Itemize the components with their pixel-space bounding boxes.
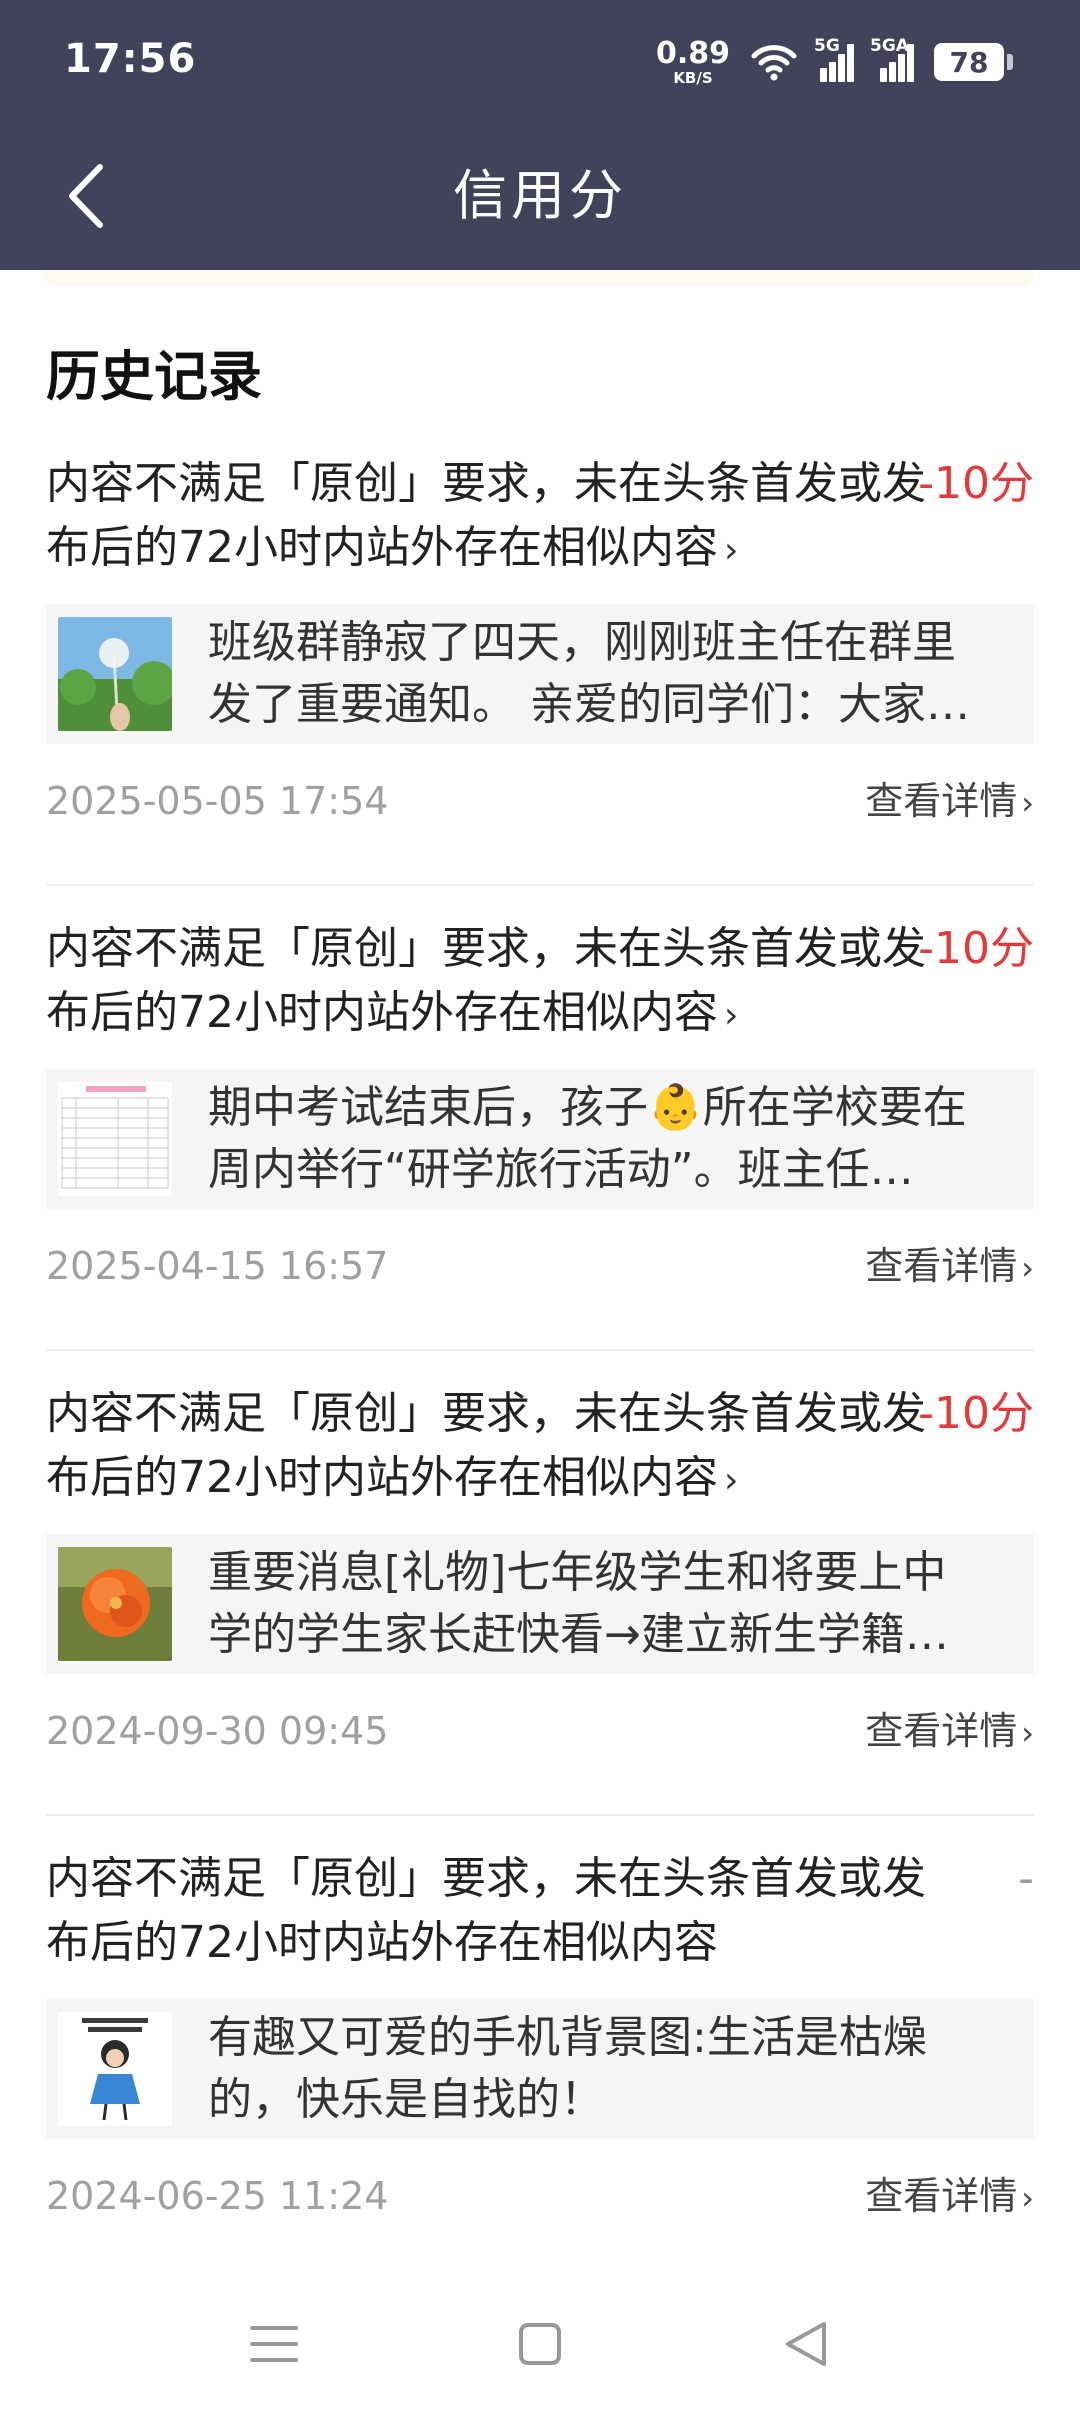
record-header[interactable]: 内容不满足「原创」要求，未在头条首发或发布后的72小时内站外存在相似内容 › -1… [46,917,1034,1047]
divider [46,1814,1034,1816]
view-details-link[interactable]: 查看详情 › [865,2165,1034,2229]
record-reason: 内容不满足「原创」要求，未在头条首发或发布后的72小时内站外存在相似内容 › [46,458,926,573]
app-header: 17:56 0.89 KB/S 5G 5GA 78 信用分 [0,0,1080,270]
signal-5ga-label: 5GA [870,36,909,56]
record-header[interactable]: 内容不满足「原创」要求，未在头条首发或发布后的72小时内站外存在相似内容 - [46,1847,1034,1977]
system-nav-bar [0,2274,1080,2412]
battery-level: 78 [949,45,989,79]
status-icons: 0.89 KB/S 5G 5GA 78 [655,34,1013,90]
view-details-link[interactable]: 查看详情 › [865,1700,1034,1764]
status-time: 17:56 [64,36,197,82]
history-record: 内容不满足「原创」要求，未在头条首发或发布后的72小时内站外存在相似内容 › -1… [46,452,1034,886]
article-title: 重要消息[礼物]七年级学生和将要上中学的学生家长赶快看→建立新生学籍… [208,1547,949,1660]
home-square-icon [519,2323,561,2365]
record-footer: 2025-05-05 17:54 查看详情 › [46,770,1034,832]
signal-5g-icon: 5G [814,36,854,82]
history-record: 内容不满足「原创」要求，未在头条首发或发布后的72小时内站外存在相似内容 › -1… [46,917,1034,1351]
page-title: 信用分 [453,164,627,227]
network-speed: 0.89 KB/S [655,35,730,87]
article-title: 期中考试结束后，孩子👶所在学校要在周内举行“研学旅行活动”。班主任… [208,1082,967,1195]
network-speed-unit: KB/S [673,68,713,87]
record-footer: 2025-04-15 16:57 查看详情 › [46,1235,1034,1297]
chevron-right-icon: › [724,995,739,1036]
record-score: - [1018,1853,1034,1904]
record-footer: 2024-09-30 09:45 查看详情 › [46,1700,1034,1762]
record-reason: 内容不满足「原创」要求，未在头条首发或发布后的72小时内站外存在相似内容 › [46,923,926,1038]
view-details-link[interactable]: 查看详情 › [865,770,1034,834]
chevron-right-icon: › [1021,2179,1034,2217]
chevron-right-icon: › [1021,1714,1034,1752]
signal-5ga-icon: 5GA [870,36,914,82]
record-reason: 内容不满足「原创」要求，未在头条首发或发布后的72小时内站外存在相似内容 › [46,1388,926,1503]
signal-5g-label: 5G [814,36,840,56]
chevron-right-icon: › [1021,784,1034,822]
back-triangle-icon [786,2322,826,2366]
history-record: 内容不满足「原创」要求，未在头条首发或发布后的72小时内站外存在相似内容 › -1… [46,1382,1034,1816]
menu-button[interactable] [244,2314,304,2374]
article-thumbnail [58,1082,172,1196]
history-record: 内容不满足「原创」要求，未在头条首发或发布后的72小时内站外存在相似内容 - 有… [46,1847,1034,2227]
article-thumbnail [58,617,172,731]
network-speed-value: 0.89 [655,35,730,71]
article-card[interactable]: 重要消息[礼物]七年级学生和将要上中学的学生家长赶快看→建立新生学籍… [46,1534,1034,1674]
article-card[interactable]: 有趣又可爱的手机背景图:生活是枯燥的，快乐是自找的！ [46,1999,1034,2139]
divider [46,1349,1034,1351]
article-thumbnail [58,2012,172,2126]
record-header[interactable]: 内容不满足「原创」要求，未在头条首发或发布后的72小时内站外存在相似内容 › -1… [46,452,1034,582]
record-score: -10分 [918,923,1034,974]
article-card[interactable]: 期中考试结束后，孩子👶所在学校要在周内举行“研学旅行活动”。班主任… [46,1069,1034,1209]
wifi-icon [751,45,797,81]
chevron-right-icon: › [724,1460,739,1501]
record-footer: 2024-06-25 11:24 查看详情 › [46,2165,1034,2227]
record-reason: 内容不满足「原创」要求，未在头条首发或发布后的72小时内站外存在相似内容 [46,1853,926,1968]
chevron-right-icon: › [724,530,739,571]
score-card-bottom-edge [44,270,1034,286]
article-title: 有趣又可爱的手机背景图:生活是枯燥的，快乐是自找的！ [208,2012,927,2125]
back-nav-button[interactable] [776,2314,836,2374]
divider [46,884,1034,886]
battery-icon: 78 [934,43,1013,81]
view-details-link[interactable]: 查看详情 › [865,1235,1034,1299]
record-score: -10分 [918,1388,1034,1439]
record-score: -10分 [918,458,1034,509]
chevron-right-icon: › [1021,1249,1034,1287]
article-title: 班级群静寂了四天，刚刚班主任在群里发了重要通知。 亲爱的同学们：大家… [208,617,970,730]
home-button[interactable] [510,2314,570,2374]
article-card[interactable]: 班级群静寂了四天，刚刚班主任在群里发了重要通知。 亲爱的同学们：大家… [46,604,1034,744]
history-section-title: 历史记录 [46,345,262,408]
record-header[interactable]: 内容不满足「原创」要求，未在头条首发或发布后的72小时内站外存在相似内容 › -1… [46,1382,1034,1512]
menu-icon [250,2326,298,2362]
article-thumbnail [58,1547,172,1661]
